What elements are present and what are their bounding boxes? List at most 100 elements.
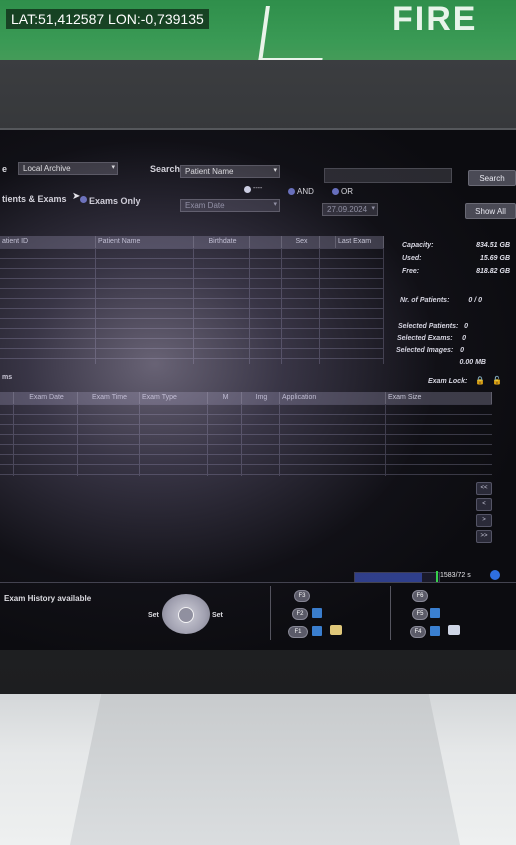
progress-text: 1583/72 s [440, 572, 471, 579]
col-exam-time[interactable]: Exam Time [78, 392, 140, 404]
table-column [250, 248, 282, 364]
patient-table: atient ID Patient Name Birthdate Sex Las… [0, 236, 384, 364]
save-disk-icon[interactable] [430, 626, 440, 636]
monitor-stand [70, 694, 460, 845]
table-column [0, 248, 96, 364]
table-column [320, 248, 384, 364]
archive-value: Local Archive [23, 164, 71, 173]
table-column [208, 404, 242, 476]
f5-button[interactable]: F5 [412, 608, 428, 620]
radio-none-label: ---- [253, 185, 263, 192]
radio-and[interactable] [288, 188, 295, 195]
trackball-icon[interactable] [162, 594, 210, 634]
table-column [0, 404, 14, 476]
nav-next-button[interactable]: > [476, 514, 492, 527]
table-column [282, 248, 320, 364]
save-disk-icon[interactable] [430, 608, 440, 618]
mode-patients-exams[interactable]: tients & Exams [2, 194, 67, 204]
show-all-button[interactable]: Show All [465, 203, 516, 219]
nav-first-button[interactable]: << [476, 482, 492, 495]
search-field-dropdown[interactable]: Patient Name ▾ [180, 165, 280, 178]
col-exam-type[interactable]: Exam Type [140, 392, 208, 404]
radio-and-label: AND [297, 187, 314, 196]
patients-count-value: 0 / 0 [468, 297, 482, 304]
col-exam-m[interactable]: M [208, 392, 242, 404]
free-label: Free: [402, 268, 420, 275]
col-patient-name[interactable]: Patient Name [96, 236, 194, 248]
progress-fill [355, 573, 423, 582]
exam-lock-label: Exam Lock: [428, 378, 468, 385]
col-patient-id[interactable]: atient ID [0, 236, 96, 248]
radio-exams-only[interactable] [80, 196, 87, 203]
settings-gear-icon[interactable] [490, 570, 500, 580]
save-disk-icon[interactable] [312, 608, 322, 618]
table-column [96, 248, 194, 364]
radio-none[interactable] [244, 186, 251, 193]
selected-images-label: Selected Images: [396, 347, 454, 354]
used-label: Used: [402, 255, 422, 262]
ultrasound-screen: e Local Archive ▾ Search Patient Name ▾ … [0, 128, 516, 650]
trackball-left-set[interactable]: Set [148, 612, 159, 619]
search-button[interactable]: Search [468, 170, 516, 186]
col-birthdate[interactable]: Birthdate [194, 236, 250, 248]
date-field-value: Exam Date [185, 201, 225, 210]
trackball-center [178, 607, 194, 623]
date-value: 27.09.2024 [327, 205, 368, 214]
col-exam-application[interactable]: Application [280, 392, 386, 404]
gps-overlay: LAT:51,412587 LON:-0,739135 [6, 9, 209, 29]
date-picker[interactable]: 27.09.2024 ▾ [322, 203, 378, 216]
col-last-exam[interactable]: Last Exam [336, 236, 384, 248]
table-column [14, 404, 78, 476]
col-sex[interactable]: Sex [282, 236, 320, 248]
nav-prev-button[interactable]: < [476, 498, 492, 511]
search-label: Search [150, 164, 181, 174]
exam-table: Exam Date Exam Time Exam Type M Img Appl… [0, 392, 492, 476]
lock-icon[interactable]: 🔒 [475, 376, 485, 385]
selected-patients-label: Selected Patients: [398, 323, 459, 330]
col-exam-img[interactable]: Img [242, 392, 280, 404]
table-column [280, 404, 386, 476]
printer-icon[interactable] [448, 625, 460, 635]
table-column [242, 404, 280, 476]
col-exam-size[interactable]: Exam Size [386, 392, 492, 404]
divider [270, 586, 271, 640]
archive-dropdown[interactable]: Local Archive ▾ [18, 162, 118, 175]
sign-graphic [258, 6, 330, 62]
f2-button[interactable]: F2 [292, 608, 308, 620]
selected-patients-value: 0 [464, 323, 468, 330]
table-column [78, 404, 140, 476]
capacity-value: 834.51 GB [476, 242, 510, 249]
nav-last-button[interactable]: >> [476, 530, 492, 543]
table-column [194, 248, 250, 364]
date-field-dropdown[interactable]: Exam Date ▾ [180, 199, 280, 212]
f6-button[interactable]: F6 [412, 590, 428, 602]
chevron-down-icon: ▾ [273, 201, 277, 208]
search-field-value: Patient Name [185, 167, 234, 176]
col-exam-date[interactable]: Exam Date [14, 392, 78, 404]
trackball-right-set[interactable]: Set [212, 612, 223, 619]
col-sort[interactable] [320, 236, 336, 248]
search-input[interactable] [324, 168, 452, 183]
patient-table-body[interactable] [0, 248, 384, 364]
unlock-icon[interactable]: 🔓 [492, 376, 502, 385]
radio-or[interactable] [332, 188, 339, 195]
exams-section-title: ms [2, 374, 13, 381]
f1-button[interactable]: F1 [288, 626, 308, 638]
capacity-label: Capacity: [402, 242, 434, 249]
progress-marker [436, 571, 438, 582]
chevron-down-icon: ▾ [111, 164, 115, 171]
col-exam-select[interactable] [0, 392, 14, 404]
selected-exams-value: 0 [462, 335, 466, 342]
save-disk-icon[interactable] [312, 626, 322, 636]
exam-history-status: Exam History available [4, 594, 92, 603]
archive-label: e [2, 164, 8, 174]
mode-exams-only: Exams Only [89, 196, 141, 206]
printer-icon[interactable] [330, 625, 342, 635]
table-column [140, 404, 208, 476]
f3-button[interactable]: F3 [294, 590, 310, 602]
col-age[interactable] [250, 236, 282, 248]
f4-button[interactable]: F4 [410, 626, 426, 638]
divider [0, 582, 516, 583]
exam-table-body[interactable] [0, 404, 492, 476]
sign-lettering: FIRE [392, 0, 478, 38]
